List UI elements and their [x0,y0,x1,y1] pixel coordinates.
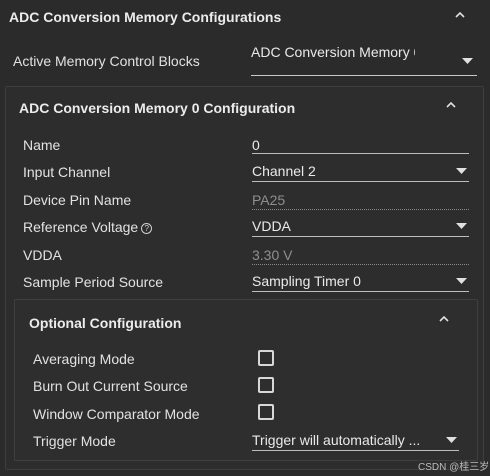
active-blocks-select[interactable]: ADC Conversion Memory 0 [251,44,477,76]
active-blocks-label: Active Memory Control Blocks [13,53,200,69]
window-comparator-label: Window Comparator Mode [33,406,200,422]
burnout-current-checkbox[interactable] [258,377,274,393]
chevron-up-icon[interactable] [439,315,449,325]
vdda-label: VDDA [23,247,62,263]
device-pin-readonly: PA25 [252,192,469,210]
name-label: Name [23,137,61,153]
caret-down-icon [446,437,457,444]
device-pin-label: Device Pin Name [23,192,132,208]
caret-down-icon [456,278,467,285]
chevron-up-icon[interactable] [446,101,456,111]
ref-voltage-label-text: Reference Voltage [23,219,139,235]
memory0-title: ADC Conversion Memory 0 Configuration [19,100,296,116]
caret-down-icon [462,58,473,65]
name-value: 0 [252,137,260,153]
chevron-up-icon[interactable] [455,11,465,21]
optional-config-title: Optional Configuration [29,315,182,331]
input-channel-label: Input Channel [23,164,111,180]
device-pin-value: PA25 [252,192,286,208]
burnout-current-label: Burn Out Current Source [33,378,188,394]
trigger-mode-label: Trigger Mode [33,433,116,449]
ref-voltage-value: VDDA [252,218,291,234]
name-input[interactable]: 0 [252,137,469,154]
caret-down-icon [456,168,467,175]
adc-config-page: ADC Conversion Memory Configurations Act… [0,0,490,476]
ref-voltage-select[interactable]: VDDA [252,218,469,237]
memory-configurations-title: ADC Conversion Memory Configurations [9,9,282,25]
trigger-mode-select[interactable]: Trigger will automatically ... [252,432,459,451]
sample-period-label: Sample Period Source [23,274,164,290]
input-channel-select[interactable]: Channel 2 [252,163,469,182]
input-channel-value: Channel 2 [252,163,316,179]
help-circle-icon[interactable]: ? [141,223,153,234]
caret-down-icon [456,223,467,230]
trigger-mode-value: Trigger will automatically ... [252,432,421,448]
window-comparator-checkbox[interactable] [258,404,274,420]
averaging-mode-checkbox[interactable] [258,350,274,366]
ref-voltage-label: Reference Voltage? [23,219,153,235]
vdda-value: 3.30 V [252,247,293,263]
active-blocks-value: ADC Conversion Memory 0 [251,44,415,60]
averaging-mode-label: Averaging Mode [33,351,135,367]
csdn-watermark: CSDN @桂三岁 [418,462,490,473]
sample-period-select[interactable]: Sampling Timer 0 [252,273,469,292]
sample-period-value: Sampling Timer 0 [252,273,361,289]
vdda-readonly: 3.30 V [252,247,469,265]
